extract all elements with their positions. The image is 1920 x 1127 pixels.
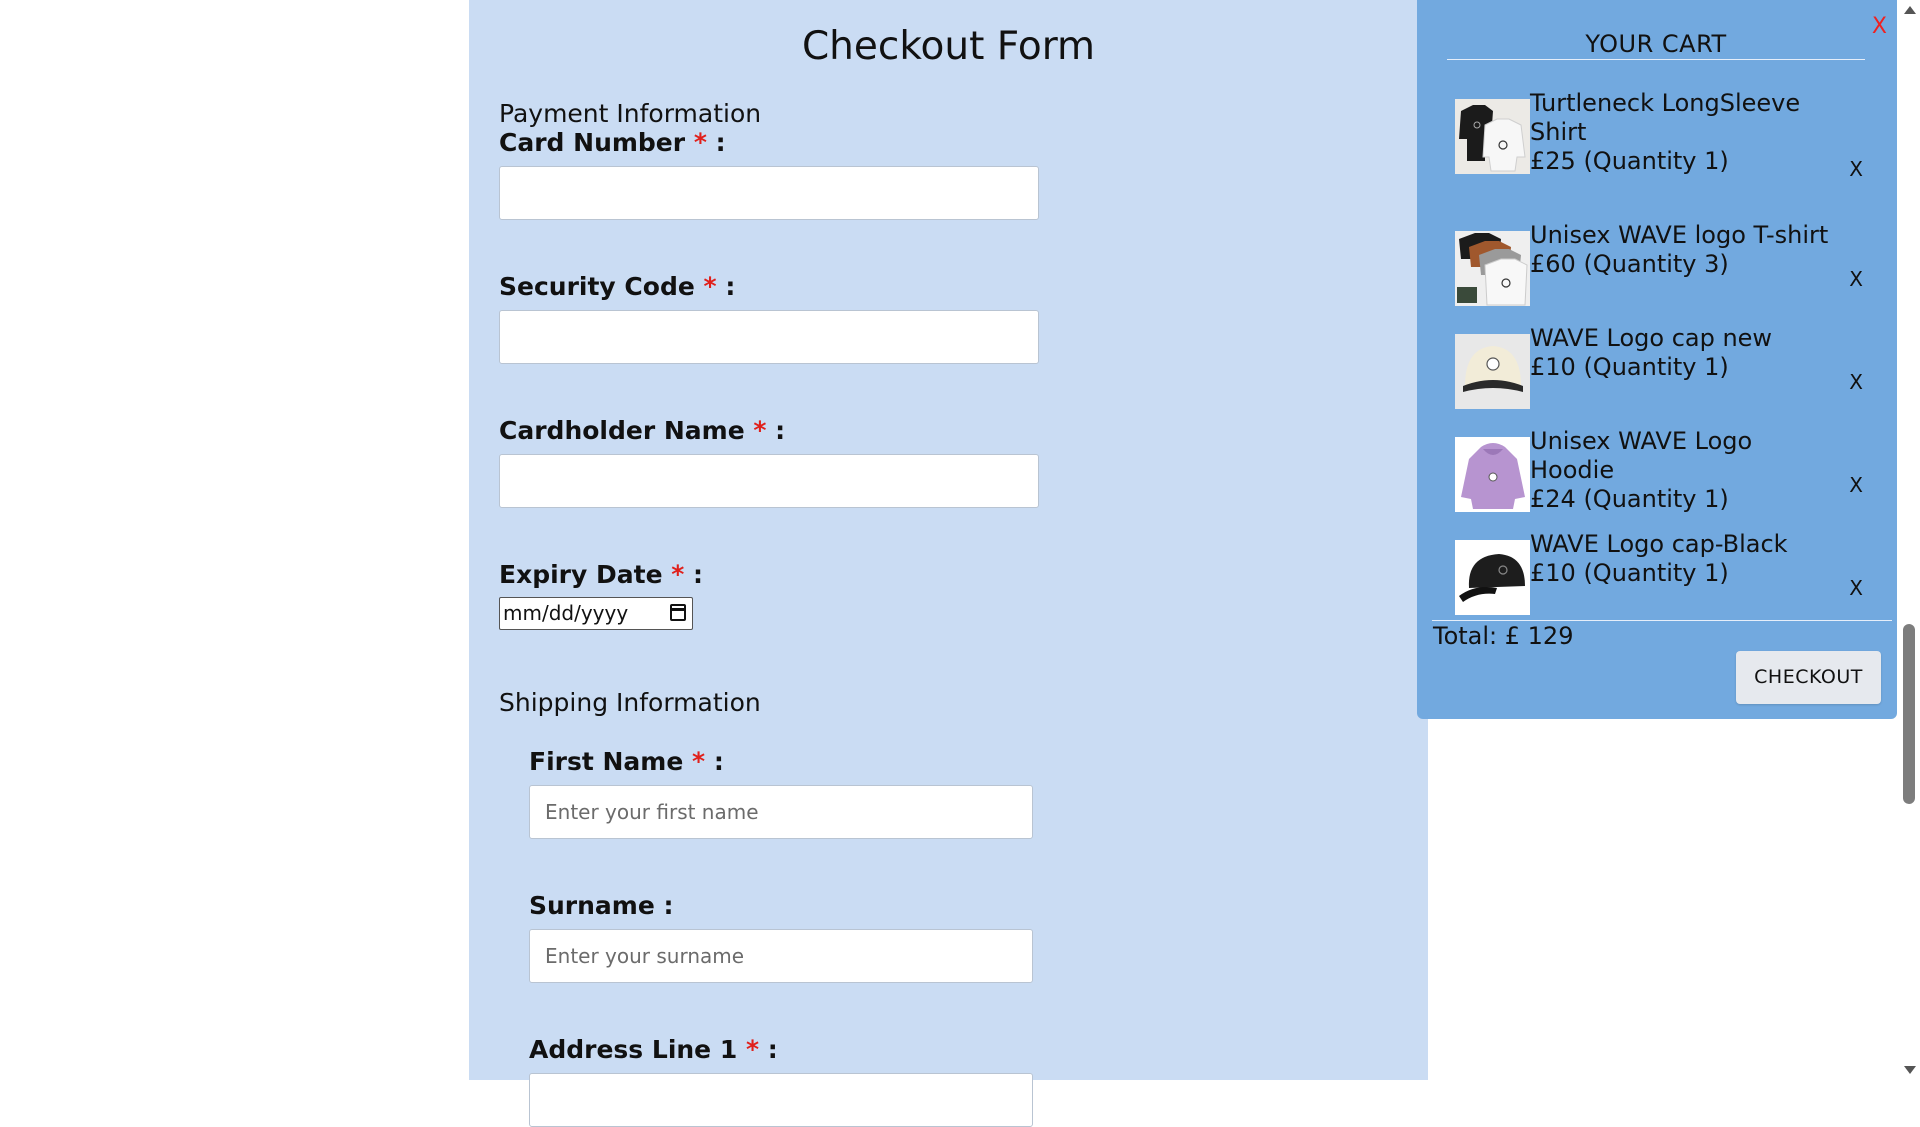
remove-item-button[interactable]: X <box>1849 157 1863 181</box>
cart-item-price: £60 (Quantity 3) <box>1530 250 1729 278</box>
expiry-date-input[interactable]: mm/dd/yyyy <box>499 597 693 630</box>
cart-item-name: Turtleneck LongSleeve Shirt <box>1530 89 1801 146</box>
address-line-1-label: Address Line 1 * : <box>529 1035 778 1064</box>
security-code-label-text: Security Code <box>499 272 695 301</box>
tshirt-stack-image <box>1455 231 1530 306</box>
cardholder-name-label: Cardholder Name * : <box>499 416 785 445</box>
expiry-date-label: Expiry Date * : <box>499 560 703 589</box>
surname-label: Surname : <box>529 891 674 920</box>
security-code-input[interactable] <box>499 310 1039 364</box>
remove-item-button[interactable]: X <box>1849 473 1863 497</box>
first-name-label-text: First Name <box>529 747 684 776</box>
first-name-label: First Name * : <box>529 747 724 776</box>
calendar-icon[interactable] <box>670 604 686 621</box>
cart-item-name: WAVE Logo cap new <box>1530 324 1773 352</box>
required-marker: * <box>671 560 685 589</box>
close-cart-button[interactable]: X <box>1872 14 1887 39</box>
required-marker: * <box>703 272 717 301</box>
shipping-information-heading: Shipping Information <box>499 688 761 717</box>
cart-item: Unisex WAVE logo T-shirt £60 (Quantity 3… <box>1455 221 1875 307</box>
scrollbar[interactable] <box>1900 0 1920 1080</box>
label-colon: : <box>684 560 704 589</box>
cart-item-price: £10 (Quantity 1) <box>1530 353 1729 381</box>
turtleneck-shirt-image <box>1455 99 1530 174</box>
label-colon: : <box>766 416 786 445</box>
cart-item-price: £24 (Quantity 1) <box>1530 485 1729 513</box>
cart-item-info: Turtleneck LongSleeve Shirt £25 (Quantit… <box>1530 89 1840 176</box>
card-number-label-text: Card Number <box>499 128 686 157</box>
card-number-label: Card Number * : <box>499 128 726 157</box>
checkout-form-panel: Checkout Form Payment Information Card N… <box>469 0 1428 1127</box>
cart-total: Total: £ 129 <box>1433 622 1574 650</box>
divider <box>1447 59 1865 60</box>
surname-placeholder: Enter your surname <box>545 944 745 968</box>
required-marker: * <box>692 747 706 776</box>
cart-item-info: Unisex WAVE logo T-shirt £60 (Quantity 3… <box>1530 221 1840 279</box>
cart-panel: X YOUR CART Turtleneck LongSleeve Shirt … <box>1417 0 1897 719</box>
cart-item: Turtleneck LongSleeve Shirt £25 (Quantit… <box>1455 89 1875 181</box>
label-colon: : <box>705 747 724 776</box>
cardholder-name-label-text: Cardholder Name <box>499 416 745 445</box>
checkout-button[interactable]: CHECKOUT <box>1736 651 1881 704</box>
cart-item-info: WAVE Logo cap new £10 (Quantity 1) <box>1530 324 1840 382</box>
expiry-date-label-text: Expiry Date <box>499 560 663 589</box>
first-name-input[interactable]: Enter your first name <box>529 785 1033 839</box>
remove-item-button[interactable]: X <box>1849 370 1863 394</box>
scroll-down-arrow-icon[interactable] <box>1904 1066 1916 1074</box>
security-code-label: Security Code * : <box>499 272 735 301</box>
remove-item-button[interactable]: X <box>1849 576 1863 600</box>
cream-cap-image <box>1455 334 1530 409</box>
required-marker: * <box>745 1035 760 1064</box>
divider <box>1432 620 1892 621</box>
card-number-input[interactable] <box>499 166 1039 220</box>
black-cap-image <box>1455 540 1530 615</box>
surname-label-text: Surname : <box>529 891 674 920</box>
cart-item-info: Unisex WAVE Logo Hoodie £24 (Quantity 1) <box>1530 427 1840 514</box>
purple-hoodie-image <box>1455 437 1530 512</box>
cart-item-name: Unisex WAVE logo T-shirt <box>1530 221 1829 249</box>
required-marker: * <box>753 416 767 445</box>
expiry-date-placeholder: mm/dd/yyyy <box>503 601 629 625</box>
cart-item-price: £10 (Quantity 1) <box>1530 559 1729 587</box>
scroll-up-arrow-icon[interactable] <box>1904 6 1916 14</box>
address-line-1-input[interactable] <box>529 1073 1033 1127</box>
page-title: Checkout Form <box>801 24 1096 69</box>
cart-item-name: WAVE Logo cap-Black <box>1530 530 1788 558</box>
cart-item-name: Unisex WAVE Logo Hoodie <box>1530 427 1753 484</box>
surname-input[interactable]: Enter your surname <box>529 929 1033 983</box>
label-colon: : <box>759 1035 778 1064</box>
label-colon: : <box>706 128 726 157</box>
cart-item: Unisex WAVE Logo Hoodie £24 (Quantity 1)… <box>1455 427 1875 513</box>
cart-item: WAVE Logo cap new £10 (Quantity 1) X <box>1455 324 1875 410</box>
scrollbar-thumb[interactable] <box>1903 624 1915 804</box>
cart-item-price: £25 (Quantity 1) <box>1530 147 1729 175</box>
cart-item-info: WAVE Logo cap-Black £10 (Quantity 1) <box>1530 530 1840 588</box>
payment-information-heading: Payment Information <box>499 99 762 128</box>
address-line-1-label-text: Address Line 1 <box>529 1035 738 1064</box>
remove-item-button[interactable]: X <box>1849 267 1863 291</box>
required-marker: * <box>693 128 707 157</box>
cart-title: YOUR CART <box>1585 30 1727 58</box>
first-name-placeholder: Enter your first name <box>545 800 759 824</box>
cardholder-name-input[interactable] <box>499 454 1039 508</box>
cart-item: WAVE Logo cap-Black £10 (Quantity 1) X <box>1455 530 1875 616</box>
label-colon: : <box>716 272 736 301</box>
